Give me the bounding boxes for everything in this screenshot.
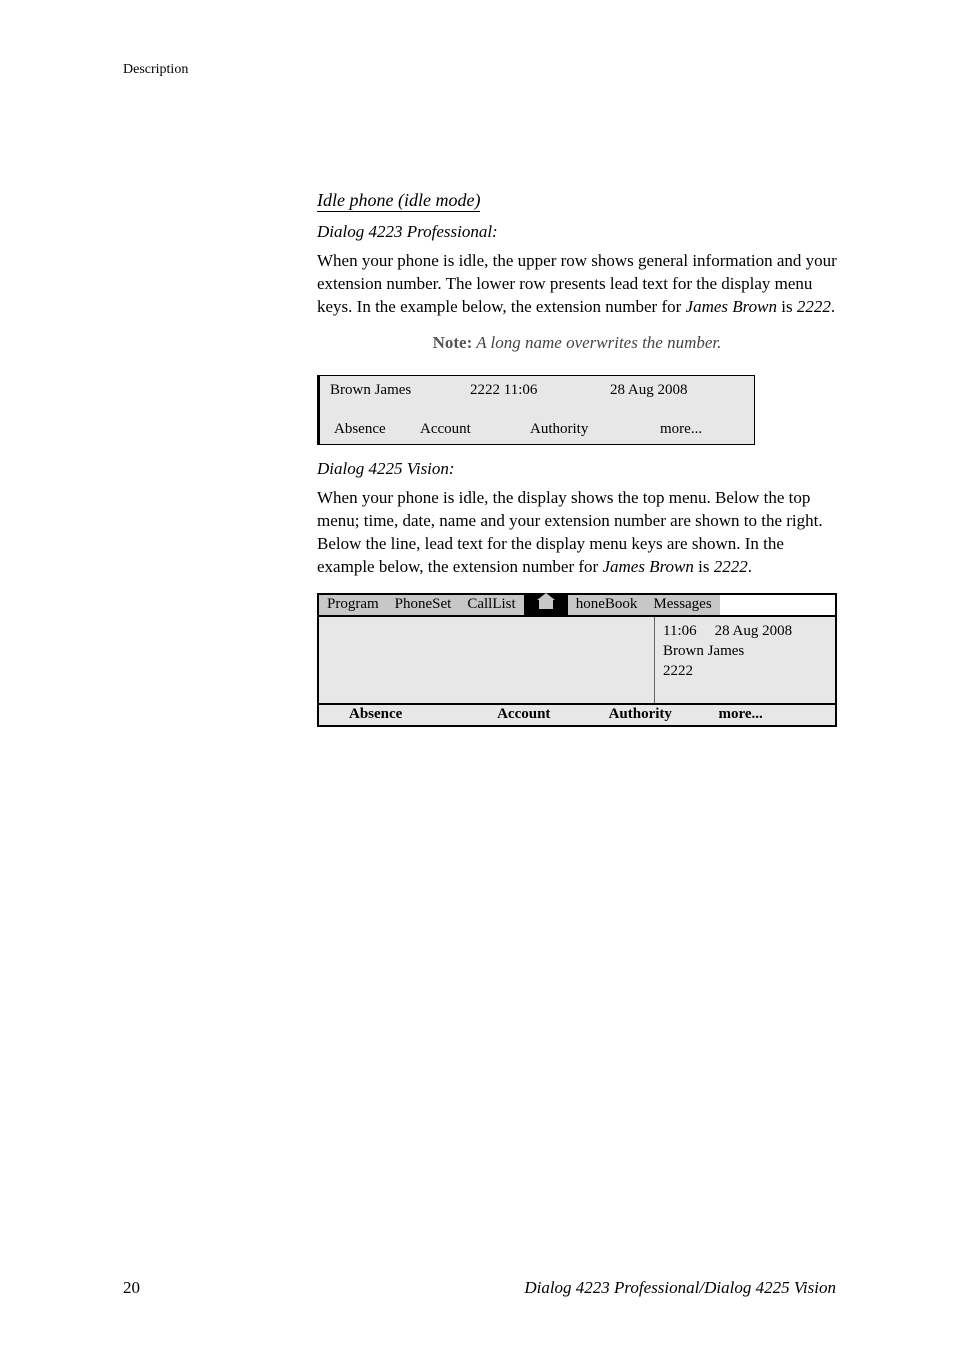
softkey-absence: Absence <box>319 706 466 723</box>
display-body-left <box>319 617 655 703</box>
model-subtitle-4225: Dialog 4225 Vision: <box>317 459 837 479</box>
menu-messages: Messages <box>645 595 719 615</box>
page-number: 20 <box>123 1278 140 1298</box>
display-top-menu: Program PhoneSet CallList honeBook Messa… <box>319 595 835 617</box>
menu-program: Program <box>319 595 387 615</box>
text: is <box>694 557 714 576</box>
display-top-row: Brown James 2222 11:06 28 Aug 2008 <box>320 376 754 401</box>
display-softkey-row: Absence Account Authority more... <box>320 419 754 444</box>
text-italic: 2222 <box>797 297 831 316</box>
note-text: A long name overwrites the number. <box>472 333 721 352</box>
softkey-authority: Authority <box>530 421 650 438</box>
display-body: 11:06 28 Aug 2008 Brown James 2222 <box>319 617 835 703</box>
softkey-authority: Authority <box>582 706 699 723</box>
paragraph-4223: When your phone is idle, the upper row s… <box>317 250 837 319</box>
softkey-more: more... <box>699 706 836 723</box>
paragraph-4225: When your phone is idle, the display sho… <box>317 487 837 579</box>
page-footer: 20 Dialog 4223 Professional/Dialog 4225 … <box>123 1278 836 1298</box>
model-subtitle-4223: Dialog 4223 Professional: <box>317 222 837 242</box>
softkey-account: Account <box>466 706 583 723</box>
text-italic: James Brown <box>686 297 777 316</box>
note: Note: A long name overwrites the number. <box>317 333 837 353</box>
home-icon <box>539 600 553 609</box>
display-body-right: 11:06 28 Aug 2008 Brown James 2222 <box>655 617 835 703</box>
phone-display-4225: Program PhoneSet CallList honeBook Messa… <box>317 593 837 727</box>
display-ext: 2222 <box>663 661 827 681</box>
display-time: 11:06 <box>663 623 697 639</box>
text-italic: 2222 <box>714 557 748 576</box>
phone-display-4223: Brown James 2222 11:06 28 Aug 2008 Absen… <box>317 375 755 445</box>
text: . <box>748 557 752 576</box>
display-softkey-row: Absence Account Authority more... <box>319 703 835 725</box>
text: is <box>777 297 797 316</box>
footer-title: Dialog 4223 Professional/Dialog 4225 Vis… <box>524 1278 836 1298</box>
menu-phoneset: PhoneSet <box>387 595 460 615</box>
text-italic: James Brown <box>602 557 693 576</box>
menu-calllist: CallList <box>459 595 523 615</box>
display-date: 28 Aug 2008 <box>715 623 793 639</box>
running-header: Description <box>123 62 188 78</box>
display-name: Brown James <box>330 382 470 399</box>
softkey-more: more... <box>650 421 744 438</box>
display-name: Brown James <box>663 641 827 661</box>
display-date: 28 Aug 2008 <box>590 382 744 399</box>
display-ext-time: 2222 11:06 <box>470 382 590 399</box>
menu-home-icon <box>524 595 568 615</box>
section-title: Idle phone (idle mode) <box>317 190 480 212</box>
menu-phonebook: honeBook <box>568 595 646 615</box>
softkey-account: Account <box>420 421 530 438</box>
main-content: Idle phone (idle mode) Dialog 4223 Profe… <box>317 190 837 727</box>
text: . <box>831 297 835 316</box>
note-label: Note: <box>433 333 473 352</box>
softkey-absence: Absence <box>330 421 420 438</box>
